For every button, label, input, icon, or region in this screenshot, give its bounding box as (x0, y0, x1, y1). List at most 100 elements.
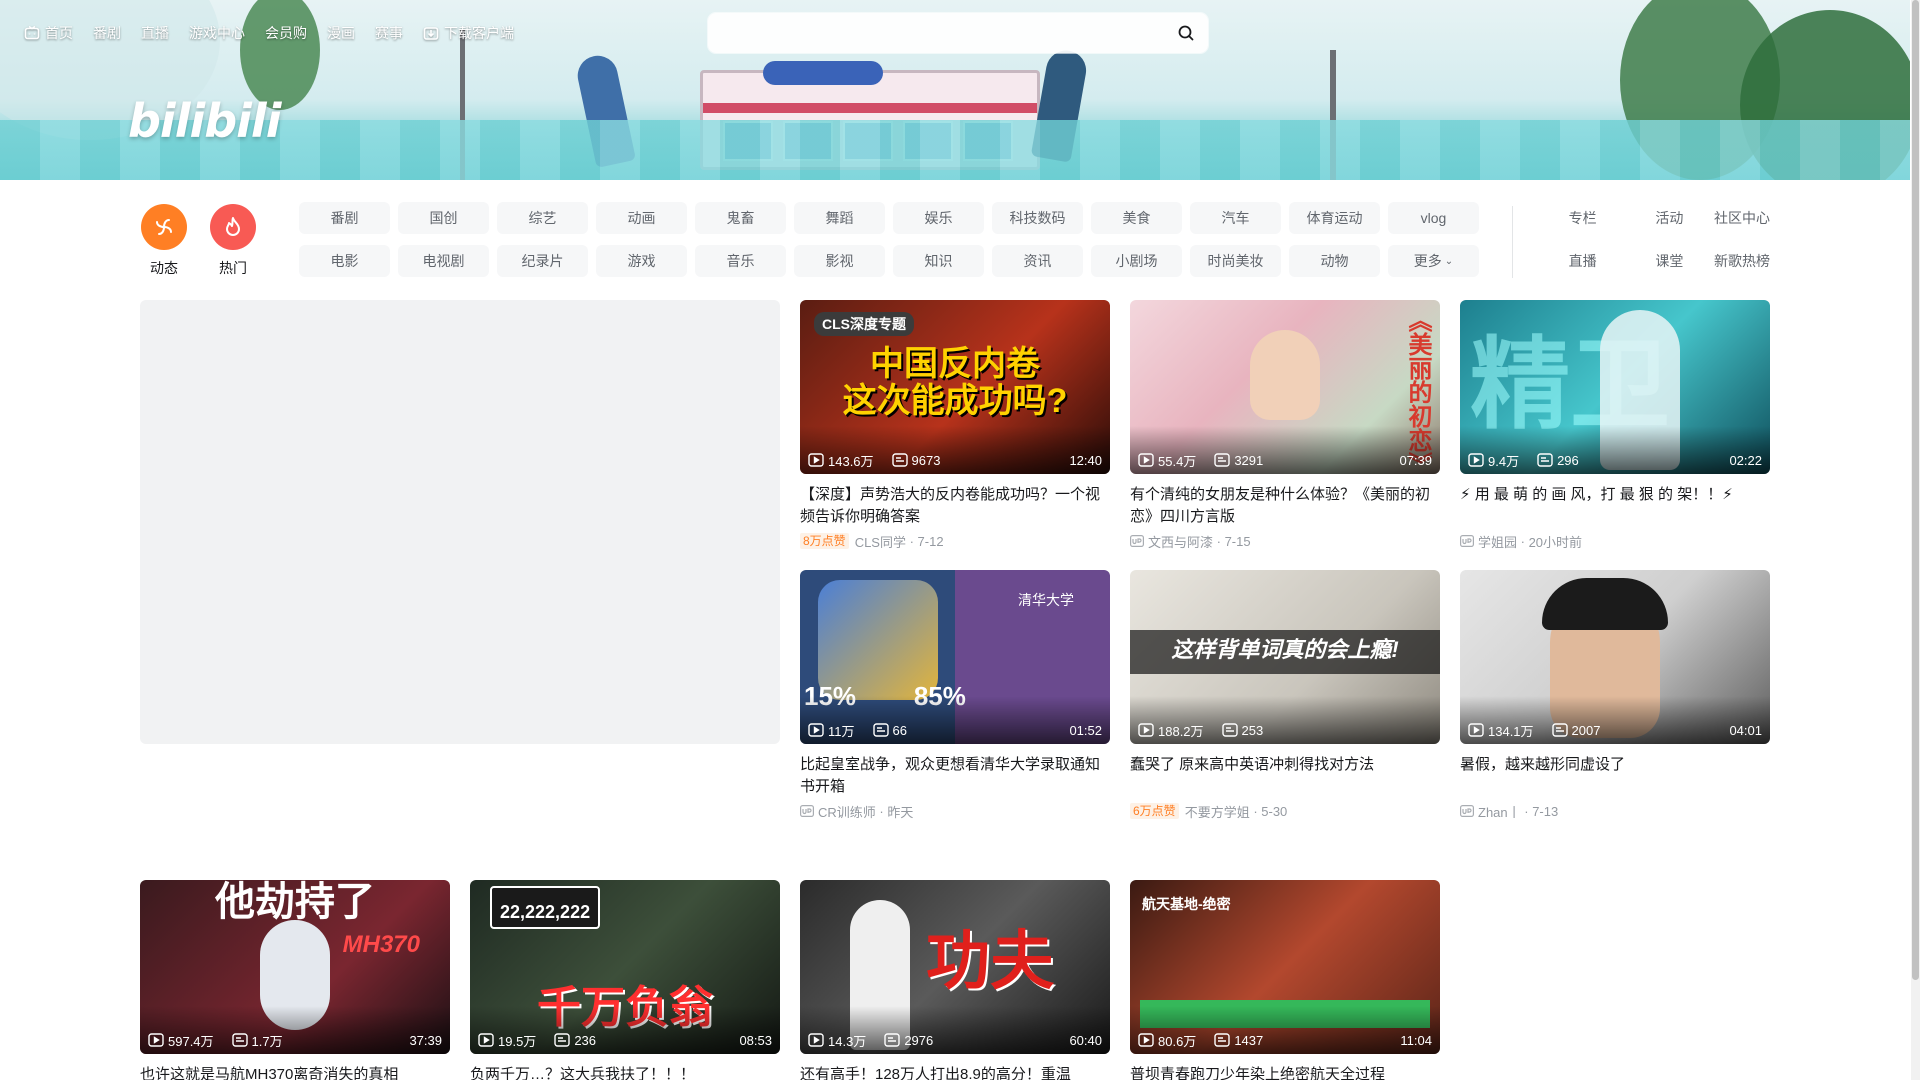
bilibili-logo[interactable]: bilibili (128, 94, 281, 148)
video-title[interactable]: 暑假，越来越形同虚设了 (1460, 754, 1770, 798)
thumb-caption: 他劫持了 (215, 880, 375, 924)
video-thumbnail[interactable]: 功夫 14.3万 2976 60:40 (800, 880, 1110, 1054)
video-card[interactable]: 134.1万 2007 04:01 暑假，越来越形同虚设了 Zhan丨 · 7-… (1460, 570, 1770, 820)
video-title[interactable]: 比起皇室战争，观众更想看清华大学录取通知书开箱 (800, 754, 1110, 798)
channel-more-button[interactable]: 更多 ⌄ (1388, 245, 1479, 277)
channel-item[interactable]: 体育运动 (1289, 202, 1380, 234)
channel-item[interactable]: 科技数码 (992, 202, 1083, 234)
extra-link[interactable]: 直播 (1520, 245, 1607, 277)
video-thumbnail[interactable]: 他劫持了 MH370 597.4万 1.7万 37:39 (140, 880, 450, 1054)
search-input[interactable] (722, 21, 1142, 45)
channel-item[interactable]: 舞蹈 (794, 202, 885, 234)
video-title[interactable]: 负两千万…？这大兵我扶了！！！ (470, 1064, 780, 1080)
video-thumbnail[interactable]: 22,222,222 千万负翁 19.5万 236 08:53 (470, 880, 780, 1054)
search-button[interactable] (1172, 19, 1200, 47)
video-card[interactable]: 清华大学 15% 85% 11万 66 01:52 比起皇室战争，观众更想看清华… (800, 570, 1110, 820)
channel-item[interactable]: 番剧 (299, 202, 390, 234)
video-title[interactable]: 也许这就是马航MH370离奇消失的真相 (140, 1064, 450, 1080)
video-info[interactable]: 8万点赞 CLS同学 · 7-12 (800, 532, 1110, 550)
nav-anime[interactable]: 番剧 (93, 23, 121, 43)
video-thumbnail[interactable]: 航天基地-绝密 80.6万 1437 11:04 (1130, 880, 1440, 1054)
channel-item[interactable]: 游戏 (596, 245, 687, 277)
video-title[interactable]: 有个清纯的女朋友是种什么体验？《美丽的初恋》四川方言版 (1130, 484, 1440, 528)
video-card[interactable]: 精卫 9.4万 296 02:22 ⚡ 用 最 萌 的 画 风，打 最 狠 的 … (1460, 300, 1770, 550)
video-title[interactable]: 【深度】声势浩大的反内卷能成功吗？一个视频告诉你明确答案 (800, 484, 1110, 528)
nav-live[interactable]: 直播 (141, 23, 169, 43)
video-info[interactable]: 6万点赞 不要方学姐 · 5-30 (1130, 802, 1440, 820)
channel-item[interactable]: 纪录片 (497, 245, 588, 277)
channel-item[interactable]: 音乐 (695, 245, 786, 277)
extra-link[interactable]: 活动 (1607, 202, 1694, 234)
video-card[interactable]: 这样背单词真的会上瘾! 188.2万 253 蠢哭了 原来高中英语冲刺得找对方法… (1130, 570, 1440, 820)
channel-item[interactable]: 电视剧 (398, 245, 489, 277)
video-thumbnail[interactable]: 清华大学 15% 85% 11万 66 01:52 (800, 570, 1110, 744)
video-thumbnail[interactable]: CLS深度专题 中国反内卷 这次能成功吗? 143.6万 9673 12:40 (800, 300, 1110, 474)
quick-hot[interactable]: 热门 (203, 204, 263, 278)
channel-item[interactable]: vlog (1388, 202, 1479, 234)
nav-shop[interactable]: 会员购 (265, 23, 307, 43)
up-name: CLS同学 (854, 534, 906, 550)
channel-item[interactable]: 综艺 (497, 202, 588, 234)
nav-shop-label: 会员购 (265, 25, 307, 41)
thumb-tag: CLS深度专题 (814, 312, 914, 336)
channel-item[interactable]: 知识 (893, 245, 984, 277)
recommend-carousel[interactable] (140, 300, 780, 744)
channel-item[interactable]: 鬼畜 (695, 202, 786, 234)
video-duration: 08:53 (739, 1032, 772, 1048)
nav-manga[interactable]: 漫画 (327, 23, 355, 43)
video-info[interactable]: 学姐园 · 20小时前 (1460, 532, 1770, 550)
video-thumbnail[interactable]: 这样背单词真的会上瘾! 188.2万 253 (1130, 570, 1440, 744)
channel-item[interactable]: 小剧场 (1091, 245, 1182, 277)
channel-item[interactable]: 汽车 (1190, 202, 1281, 234)
video-info[interactable]: CR训练师 · 昨天 (800, 802, 1110, 820)
like-badge: 8万点赞 (800, 533, 849, 549)
extra-link[interactable]: 专栏 (1520, 202, 1607, 234)
danmaku-count-text: 253 (1241, 722, 1264, 738)
nav-home[interactable]: 首页 (24, 23, 73, 43)
channel-item[interactable]: 国创 (398, 202, 489, 234)
channel-item[interactable]: 美食 (1091, 202, 1182, 234)
channel-item[interactable]: 时尚美妆 (1190, 245, 1281, 277)
dynamic-icon (141, 204, 187, 250)
channel-item[interactable]: 电影 (299, 245, 390, 277)
channel-item[interactable]: 资讯 (992, 245, 1083, 277)
extra-link[interactable]: 社区中心 (1693, 202, 1780, 234)
video-card[interactable]: 《美丽的初恋》 55.4万 3291 07:39 有个清纯的女朋友是种什么体验？… (1130, 300, 1440, 550)
view-count: 597.4万 (148, 1031, 214, 1050)
nav-game-center-label: 游戏中心 (189, 25, 245, 41)
thumb-tag: 22,222,222 (490, 886, 601, 929)
video-card[interactable]: 22,222,222 千万负翁 19.5万 236 08:53 负两千万…？这大… (470, 880, 780, 1080)
danmaku-count: 236 (554, 1033, 596, 1048)
page-scrollbar[interactable] (1911, 0, 1920, 1080)
video-info[interactable]: 文西与阿漆 · 7-15 (1130, 532, 1440, 550)
video-card[interactable]: CLS深度专题 中国反内卷 这次能成功吗? 143.6万 9673 12:40 … (800, 300, 1110, 550)
video-thumbnail[interactable]: 134.1万 2007 04:01 (1460, 570, 1770, 744)
channel-item[interactable]: 娱乐 (893, 202, 984, 234)
danmaku-count-text: 3291 (1234, 452, 1264, 468)
extra-link[interactable]: 新歌热榜 (1693, 245, 1780, 277)
nav-download-client[interactable]: 下载客户端 (423, 23, 514, 43)
channel-item[interactable]: 影视 (794, 245, 885, 277)
video-card[interactable]: 功夫 14.3万 2976 60:40 还有高手！128万人打出8.9的高分！重… (800, 880, 1110, 1080)
store-sign (763, 61, 883, 85)
video-thumbnail[interactable]: 《美丽的初恋》 55.4万 3291 07:39 (1130, 300, 1440, 474)
video-stats: 188.2万 253 (1130, 722, 1440, 739)
nav-game-center[interactable]: 游戏中心 (189, 23, 245, 43)
nav-esports[interactable]: 赛事 (375, 23, 403, 43)
video-card[interactable]: 他劫持了 MH370 597.4万 1.7万 37:39 也许这就是马航MH37… (140, 880, 450, 1080)
video-info[interactable]: Zhan丨 · 7-13 (1460, 802, 1770, 820)
extra-link[interactable]: 课堂 (1607, 245, 1694, 277)
quick-dynamic[interactable]: 动态 (134, 204, 194, 278)
video-title[interactable]: 还有高手！128万人打出8.9的高分！重温 (800, 1064, 1110, 1080)
view-count-text: 11万 (828, 723, 855, 739)
scrollbar-thumb[interactable] (1912, 0, 1919, 980)
video-title[interactable]: 蠢哭了 原来高中英语冲刺得找对方法 (1130, 754, 1440, 798)
channel-item[interactable]: 动画 (596, 202, 687, 234)
video-stats: 80.6万 1437 11:04 (1130, 1032, 1440, 1049)
channel-item[interactable]: 动物 (1289, 245, 1380, 277)
video-title[interactable]: 普坝青春跑刀少年染上绝密航天全过程 (1130, 1064, 1440, 1080)
video-title[interactable]: ⚡ 用 最 萌 的 画 风，打 最 狠 的 架！！⚡ (1460, 484, 1770, 528)
danmaku-count: 1437 (1214, 1033, 1263, 1048)
video-card[interactable]: 航天基地-绝密 80.6万 1437 11:04 普坝青春跑刀少年染上绝密航天全… (1130, 880, 1440, 1080)
video-thumbnail[interactable]: 精卫 9.4万 296 02:22 (1460, 300, 1770, 474)
